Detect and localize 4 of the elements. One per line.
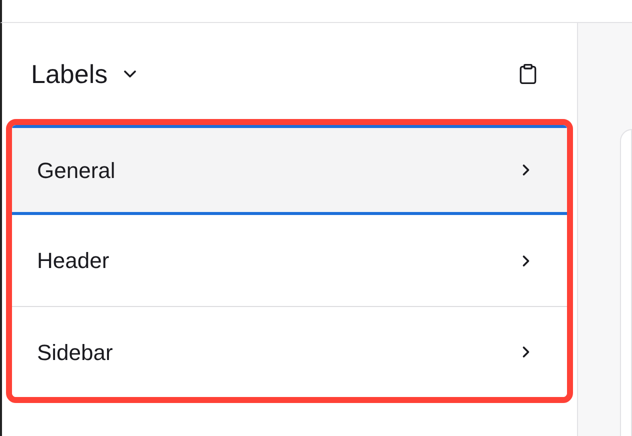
labels-dropdown[interactable]: Labels [31, 54, 140, 94]
clipboard-icon[interactable] [517, 63, 539, 85]
menu-item[interactable]: Sidebar [12, 306, 567, 397]
menu-item[interactable]: General [12, 125, 567, 215]
